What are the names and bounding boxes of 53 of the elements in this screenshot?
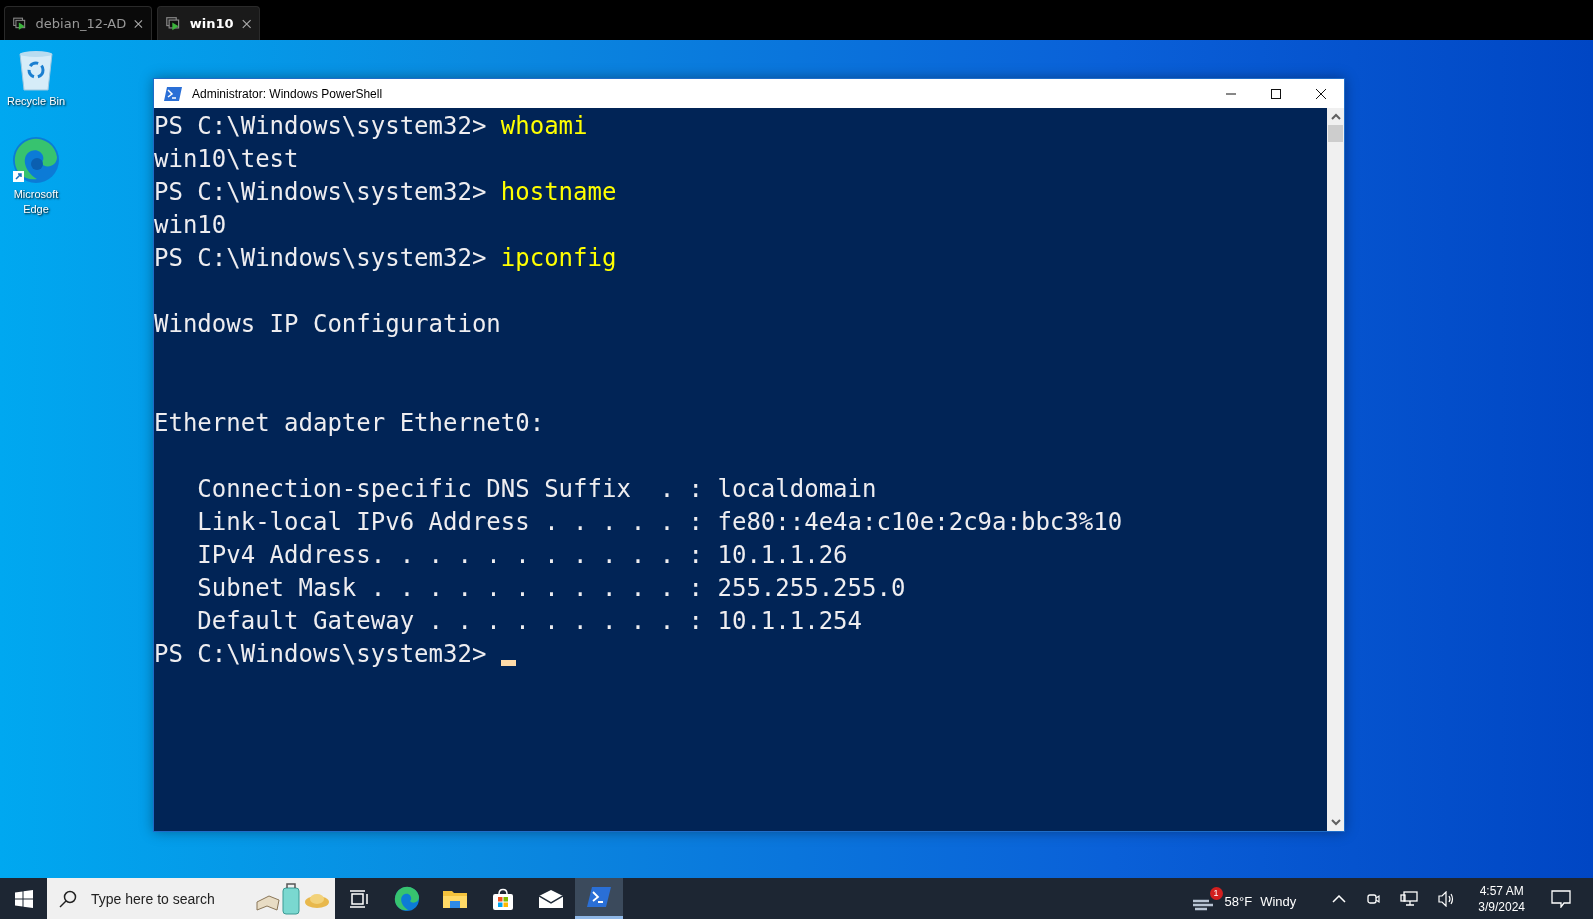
console-command: hostname: [500, 178, 617, 206]
vm-tab[interactable]: win10: [157, 6, 260, 40]
console-prompt: PS C:\Windows\system32>: [154, 244, 488, 272]
console-output: Default Gateway . . . . . . . . . : 10.1.1.254: [196, 607, 862, 635]
search-field[interactable]: Type here to search: [89, 889, 243, 908]
close-icon[interactable]: [134, 17, 143, 30]
folder-icon: [443, 888, 467, 909]
scrollbar[interactable]: [1327, 108, 1344, 831]
clock[interactable]: 4:57 AM 3/9/2024: [1478, 882, 1525, 915]
notification-badge: 1: [1209, 886, 1223, 900]
maximize-icon[interactable]: [1270, 87, 1282, 100]
clock-time: 4:57 AM: [1479, 882, 1524, 899]
notification-icon[interactable]: [1551, 889, 1571, 908]
close-icon[interactable]: [241, 17, 251, 30]
vm-play-icon: [166, 14, 182, 33]
search-icon: [59, 889, 77, 908]
console-command: whoami: [500, 112, 588, 140]
console-output: win10\test: [154, 145, 299, 173]
network-icon[interactable]: [1400, 890, 1419, 907]
mail-icon: [539, 889, 563, 908]
window-title: Administrator: Windows PowerShell: [192, 86, 384, 101]
console-prompt: PS C:\Windows\system32>: [154, 112, 488, 140]
console-command: ipconfig: [500, 244, 617, 272]
edge-icon: [394, 885, 420, 912]
console-output: Link-local IPv6 Address . . . . . : fe80::4e4a:c10e:2c9a:bbc3%10: [196, 508, 1123, 536]
edge-icon: [11, 135, 61, 185]
task-view-icon: [349, 889, 369, 908]
text-cursor: [500, 660, 516, 666]
console-output: Subnet Mask . . . . . . . . . . . : 255.255.255.0: [196, 574, 906, 602]
scroll-up-icon[interactable]: [1330, 113, 1341, 121]
recycle-bin-icon: [16, 48, 56, 92]
temperature-label: 58°F: [1224, 894, 1253, 909]
clock-date: 3/9/2024: [1478, 898, 1525, 915]
console-output: Ethernet adapter Ethernet0:: [154, 409, 545, 437]
console-prompt: PS C:\Windows\system32>: [154, 640, 488, 668]
chevron-up-icon[interactable]: [1332, 894, 1347, 903]
windows-logo-icon: [14, 889, 33, 908]
console-output: IPv4 Address. . . . . . . . . . . : 10.1.1.26: [196, 541, 848, 569]
scroll-thumb[interactable]: [1328, 125, 1343, 142]
console-output: Windows IP Configuration: [154, 310, 501, 338]
console-output: win10: [154, 211, 227, 239]
powershell-icon: [587, 887, 611, 907]
powershell-icon: [164, 86, 182, 101]
shortcut-label: Microsoft Edge: [12, 187, 60, 217]
vm-tab[interactable]: debian_12-AD: [4, 6, 152, 40]
shortcut-label: Recycle Bin: [5, 94, 67, 109]
weather-condition: Windy: [1260, 894, 1297, 909]
console-output: Connection-specific DNS Suffix . : localdomain: [196, 475, 877, 503]
scroll-down-icon[interactable]: [1330, 818, 1341, 826]
console-prompt: PS C:\Windows\system32>: [154, 178, 488, 206]
weather-widget[interactable]: 1 58°F Windy: [1192, 885, 1297, 912]
shopping-bag-icon: [492, 886, 514, 911]
close-icon[interactable]: [1315, 87, 1327, 100]
